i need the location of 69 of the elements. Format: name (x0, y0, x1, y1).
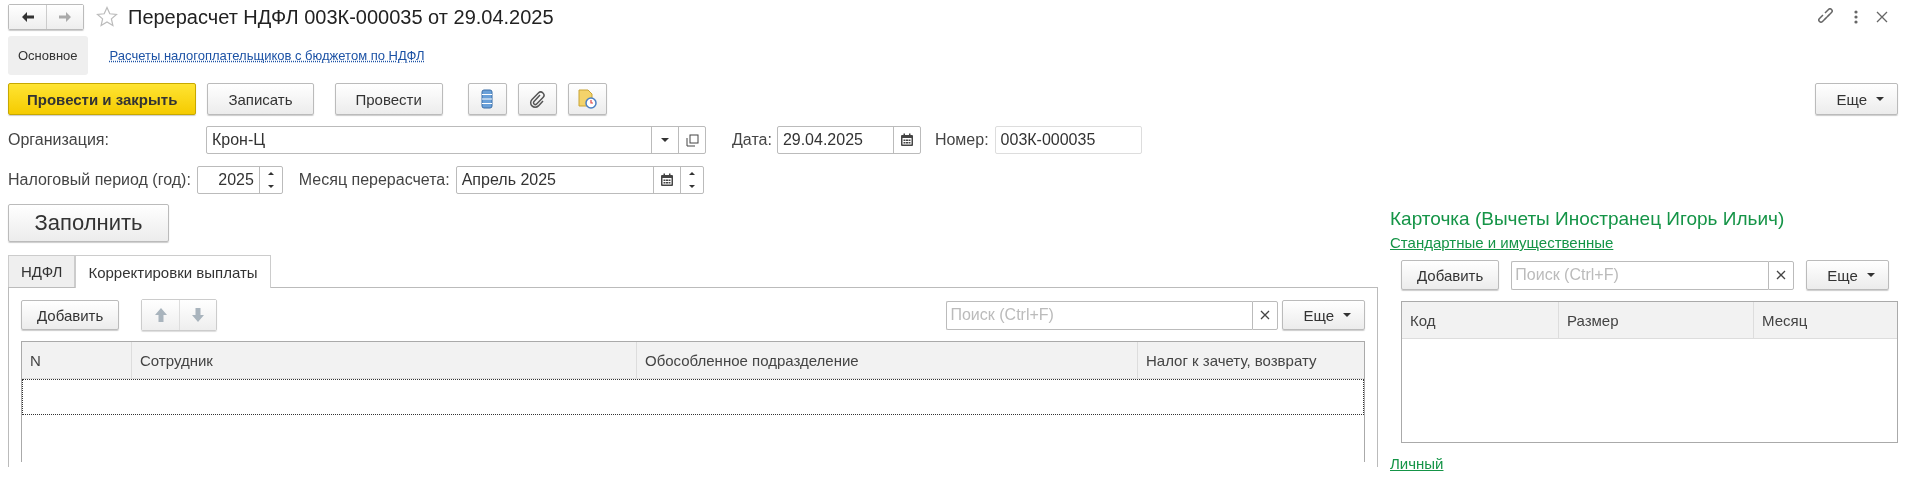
column-header[interactable]: Налог к зачету, возврату (1137, 342, 1364, 378)
column-header[interactable]: Размер (1558, 302, 1753, 338)
caret-icon (1865, 272, 1876, 278)
more-button[interactable]: Еще (1806, 260, 1889, 290)
post-and-close-button[interactable]: Провести и закрыть (8, 83, 197, 115)
column-header[interactable]: N (22, 342, 131, 378)
field-label: Номер: (934, 131, 989, 149)
calendar-icon (659, 173, 674, 187)
attach-button[interactable] (517, 83, 557, 115)
clear-button[interactable] (1252, 300, 1279, 330)
caret-icon (660, 137, 670, 143)
link-icon[interactable] (1818, 8, 1836, 26)
section-title: Карточка (Вычеты Иностранец Игорь Ильич) (1390, 208, 1786, 230)
table-row[interactable] (22, 379, 1364, 415)
calendar-icon (899, 133, 914, 147)
star-icon[interactable] (96, 6, 118, 28)
column-header[interactable]: Сотрудник (131, 342, 636, 378)
toolbar-button[interactable]: Провести (334, 83, 443, 115)
toolbar-button[interactable]: Записать (207, 83, 314, 115)
down-caret-icon (687, 184, 696, 189)
paperclip-icon (529, 90, 546, 108)
down-caret-icon (266, 184, 275, 189)
search-field[interactable]: Поиск (Ctrl+F) (946, 300, 1253, 330)
close-icon (1776, 270, 1787, 280)
menu-icon[interactable] (1854, 10, 1858, 24)
add-button[interactable]: Добавить (21, 300, 120, 330)
fill-button[interactable]: Заполнить (8, 204, 169, 242)
close-icon (1260, 310, 1271, 320)
up-caret-icon (266, 171, 275, 176)
link[interactable]: Личный (1390, 455, 1444, 472)
list-button[interactable] (467, 83, 507, 115)
clear-button[interactable] (1768, 260, 1795, 290)
caret-icon (1875, 96, 1885, 102)
more-button[interactable]: Еще (1815, 83, 1898, 115)
up-caret-icon (687, 171, 696, 176)
left-arrow-icon (20, 11, 35, 23)
column-header[interactable]: Месяц (1753, 302, 1897, 338)
stack-icon (481, 89, 494, 109)
field-label: Дата: (732, 131, 772, 149)
field-label: Организация: (8, 131, 110, 149)
back-button[interactable] (9, 5, 46, 29)
down-arrow-icon (191, 307, 206, 323)
tab[interactable]: Корректировки выплаты (75, 255, 271, 288)
field-label: Месяц перерасчета: (298, 171, 450, 189)
up-arrow-icon (153, 307, 168, 323)
open-icon (685, 133, 699, 147)
field-label: Налоговый период (год): (8, 171, 191, 189)
search-field[interactable]: Поиск (Ctrl+F) (1511, 260, 1769, 290)
move-down-button[interactable] (179, 300, 217, 330)
add-button[interactable]: Добавить (1401, 260, 1500, 290)
caret-icon (1342, 312, 1352, 318)
report-button[interactable] (567, 83, 607, 115)
document-clock-icon (577, 89, 598, 109)
tab[interactable]: НДФЛ (8, 255, 76, 287)
right-arrow-icon (58, 11, 72, 23)
input-field[interactable]: Крон-Ц (206, 126, 706, 154)
input-field[interactable]: Апрель 2025 (455, 166, 704, 194)
nav-link[interactable]: Основное (8, 35, 88, 75)
column-header[interactable]: Код (1402, 302, 1558, 338)
window-title: Перерасчет НДФЛ 003К-000035 от 29.04.2025 (128, 5, 554, 29)
column-header[interactable]: Обособленное подразделение (636, 342, 1137, 378)
more-button[interactable]: Еще (1282, 300, 1365, 330)
link[interactable]: Стандартные и имущественные (1390, 234, 1614, 251)
nav-link[interactable]: Расчеты налогоплательщиков с бюджетом по НДФЛ (99, 35, 435, 75)
input-field[interactable]: 003К-000035 (994, 126, 1142, 154)
close-icon[interactable] (1876, 11, 1888, 23)
move-up-button[interactable] (142, 300, 180, 330)
input-field[interactable]: 29.04.2025 (776, 126, 921, 154)
input-field[interactable]: 2025 (196, 166, 283, 194)
